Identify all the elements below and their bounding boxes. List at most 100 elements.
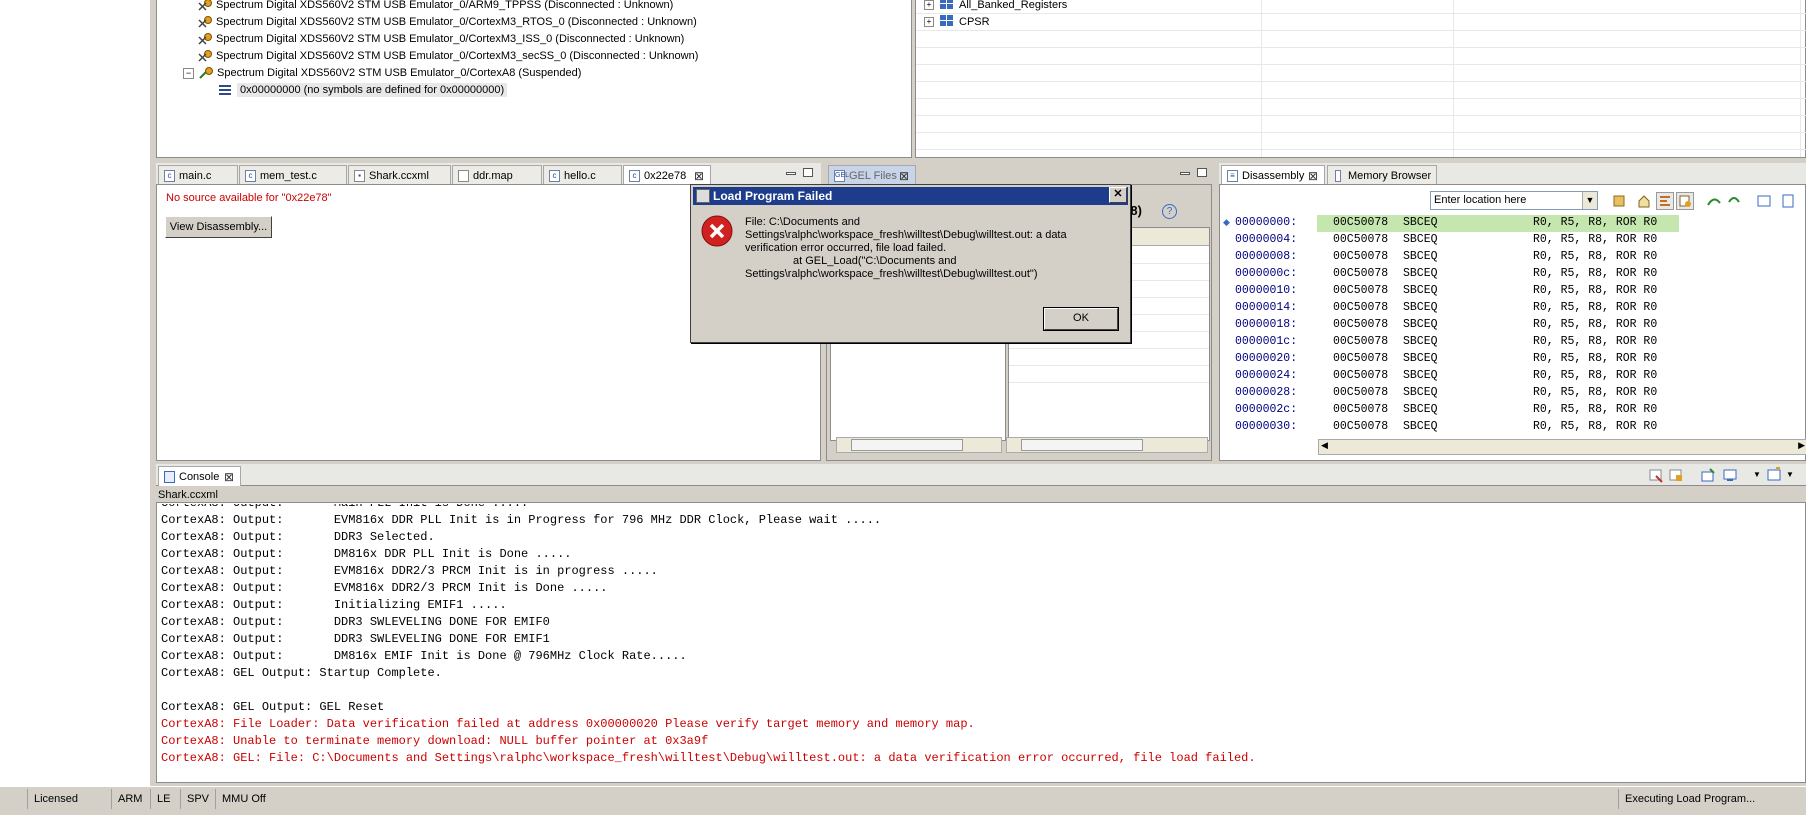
pin-console-icon[interactable] bbox=[1700, 467, 1716, 483]
close-tab-icon[interactable]: ⊠ bbox=[1308, 166, 1318, 186]
disassembly-address: 00000028: bbox=[1235, 386, 1298, 399]
c-file-icon: c bbox=[164, 170, 175, 182]
disassembly-address: 00000014: bbox=[1235, 301, 1298, 314]
register-group-icon bbox=[940, 15, 956, 29]
console-source-label: Shark.ccxml bbox=[158, 489, 218, 501]
left-gutter bbox=[0, 0, 153, 786]
status-arm: ARM bbox=[111, 789, 146, 809]
disassembly-operands: R0, R5, R8, ROR R0 bbox=[1533, 369, 1658, 382]
expand-icon[interactable]: + bbox=[924, 17, 934, 28]
status-bar bbox=[0, 786, 1806, 815]
console-line: CortexA8: Output: DDR3 SWLEVELING DONE F… bbox=[161, 632, 550, 646]
expand-icon[interactable]: + bbox=[924, 0, 934, 11]
console-error-line: CortexA8: GEL: File: C:\Documents and Se… bbox=[161, 751, 1256, 765]
pin-icon[interactable] bbox=[1780, 193, 1796, 209]
disassembly-opcode: 00C50078 bbox=[1333, 267, 1389, 280]
tab-main-c[interactable]: c main.c bbox=[158, 165, 238, 185]
disassembly-opcode: 00C50078 bbox=[1333, 403, 1389, 416]
register-group[interactable]: + CPSR bbox=[924, 14, 990, 31]
debug-tree-label: Spectrum Digital XDS560V2 STM USB Emulat… bbox=[216, 0, 674, 11]
status-licensed: Licensed bbox=[27, 789, 109, 809]
disassembly-opcode: 00C50078 bbox=[1333, 420, 1389, 433]
disconnected-core-icon bbox=[197, 15, 213, 29]
tab-disassembly[interactable]: ≡ Disassembly ⊠ bbox=[1221, 165, 1325, 185]
disassembly-operands: R0, R5, R8, ROR R0 bbox=[1533, 216, 1658, 229]
disconnected-core-icon bbox=[197, 0, 213, 12]
disassembly-operands: R0, R5, R8, ROR R0 bbox=[1533, 335, 1658, 348]
pc-marker-icon: ◆ bbox=[1223, 217, 1230, 227]
close-tab-icon[interactable]: ⊠ bbox=[899, 166, 909, 186]
debug-tree-label: Spectrum Digital XDS560V2 STM USB Emulat… bbox=[216, 33, 685, 45]
tab-shark-ccxml[interactable]: ▪ Shark.ccxml bbox=[348, 165, 451, 185]
status-progress: Executing Load Program... bbox=[1618, 789, 1795, 809]
disassembly-operands: R0, R5, R8, ROR R0 bbox=[1533, 420, 1658, 433]
disassembly-opcode: 00C50078 bbox=[1333, 233, 1389, 246]
debug-tree-item[interactable]: Spectrum Digital XDS560V2 STM USB Emulat… bbox=[197, 31, 684, 48]
help-icon[interactable]: ? bbox=[1162, 204, 1177, 219]
disassembly-opcode: 00C50078 bbox=[1333, 369, 1389, 382]
link-icon[interactable] bbox=[1676, 192, 1694, 210]
tab-memory-browser[interactable]: Memory Browser bbox=[1327, 165, 1437, 185]
console-line: CortexA8: Output: DM816x DDR PLL Init is… bbox=[161, 547, 572, 561]
disconnected-core-icon bbox=[197, 32, 213, 46]
close-tab-icon[interactable]: ⊠ bbox=[224, 467, 234, 487]
display-console-icon[interactable] bbox=[1722, 467, 1738, 483]
clear-console-icon[interactable] bbox=[1648, 467, 1664, 483]
c-file-icon: c bbox=[549, 170, 560, 182]
home-icon[interactable] bbox=[1636, 193, 1652, 209]
debug-tree-item[interactable]: Spectrum Digital XDS560V2 STM USB Emulat… bbox=[197, 0, 673, 14]
dialog-close-button[interactable]: ✕ bbox=[1109, 187, 1127, 203]
sync-icon[interactable] bbox=[1656, 192, 1674, 210]
debug-view: Spectrum Digital XDS560V2 STM USB Emulat… bbox=[156, 0, 912, 158]
new-view-icon[interactable] bbox=[1756, 193, 1772, 209]
register-group[interactable]: + All_Banked_Registers bbox=[924, 0, 1067, 14]
grid-row bbox=[916, 47, 1806, 48]
disassembly-mnemonic: SBCEQ bbox=[1403, 318, 1438, 331]
chevron-down-icon[interactable]: ▼ bbox=[1582, 192, 1597, 209]
close-tab-icon[interactable]: ⊠ bbox=[694, 166, 704, 186]
no-source-message: No source available for "0x22e78" bbox=[166, 192, 332, 204]
debug-tree-item[interactable]: Spectrum Digital XDS560V2 STM USB Emulat… bbox=[197, 14, 697, 31]
chevron-down-icon[interactable]: ▼ bbox=[1753, 470, 1761, 479]
status-mmu: MMU Off bbox=[215, 789, 270, 809]
step-icon[interactable] bbox=[1706, 193, 1722, 209]
disassembly-opcode: 00C50078 bbox=[1333, 318, 1389, 331]
horizontal-scrollbar[interactable] bbox=[1006, 437, 1208, 453]
maximize-icon[interactable] bbox=[803, 168, 813, 177]
minimize-icon[interactable] bbox=[786, 172, 796, 175]
status-le: LE bbox=[150, 789, 175, 809]
tab-gel-files[interactable]: GEL GEL Files ⊠ bbox=[828, 165, 916, 185]
debug-tree-label: Spectrum Digital XDS560V2 STM USB Emulat… bbox=[217, 67, 582, 79]
scroll-lock-icon[interactable] bbox=[1668, 467, 1684, 483]
tab-ddr-map[interactable]: ddr.map bbox=[452, 165, 542, 185]
grid-row bbox=[916, 98, 1806, 99]
stack-frame[interactable]: 0x00000000 (no symbols are defined for 0… bbox=[218, 82, 508, 99]
go-icon[interactable] bbox=[1612, 193, 1628, 209]
minimize-icon[interactable] bbox=[1180, 172, 1190, 175]
disassembly-address: 0000002c: bbox=[1235, 403, 1298, 416]
debug-tree-item[interactable]: − Spectrum Digital XDS560V2 STM USB Emula… bbox=[183, 65, 581, 82]
refresh-icon[interactable] bbox=[1726, 193, 1742, 209]
location-input[interactable]: Enter location here ▼ bbox=[1430, 191, 1598, 210]
collapse-icon[interactable]: − bbox=[183, 67, 194, 79]
view-disassembly-button[interactable]: View Disassembly... bbox=[165, 216, 272, 238]
c-file-icon: c bbox=[245, 170, 256, 182]
horizontal-scrollbar[interactable]: ◀ ▶ bbox=[1318, 439, 1806, 455]
tab-0x22e78[interactable]: c 0x22e78 ⊠ bbox=[623, 165, 711, 185]
new-console-icon[interactable] bbox=[1766, 467, 1782, 483]
tab-console[interactable]: Console ⊠ bbox=[158, 466, 241, 486]
ok-button[interactable]: OK bbox=[1043, 307, 1119, 331]
debug-tree-item[interactable]: Spectrum Digital XDS560V2 STM USB Emulat… bbox=[197, 48, 698, 65]
suspended-core-icon bbox=[198, 66, 214, 80]
disconnected-core-icon bbox=[197, 49, 213, 63]
tab-hello-c[interactable]: c hello.c bbox=[543, 165, 622, 185]
chevron-down-icon[interactable]: ▼ bbox=[1786, 470, 1794, 479]
register-group-label: CPSR bbox=[959, 16, 990, 28]
disassembly-mnemonic: SBCEQ bbox=[1403, 386, 1438, 399]
disassembly-operands: R0, R5, R8, ROR R0 bbox=[1533, 318, 1658, 331]
grid-row bbox=[1009, 365, 1209, 366]
maximize-icon[interactable] bbox=[1197, 168, 1207, 177]
tab-mem-test-c[interactable]: c mem_test.c bbox=[239, 165, 347, 185]
horizontal-scrollbar[interactable] bbox=[836, 437, 1002, 453]
disassembly-mnemonic: SBCEQ bbox=[1403, 335, 1438, 348]
